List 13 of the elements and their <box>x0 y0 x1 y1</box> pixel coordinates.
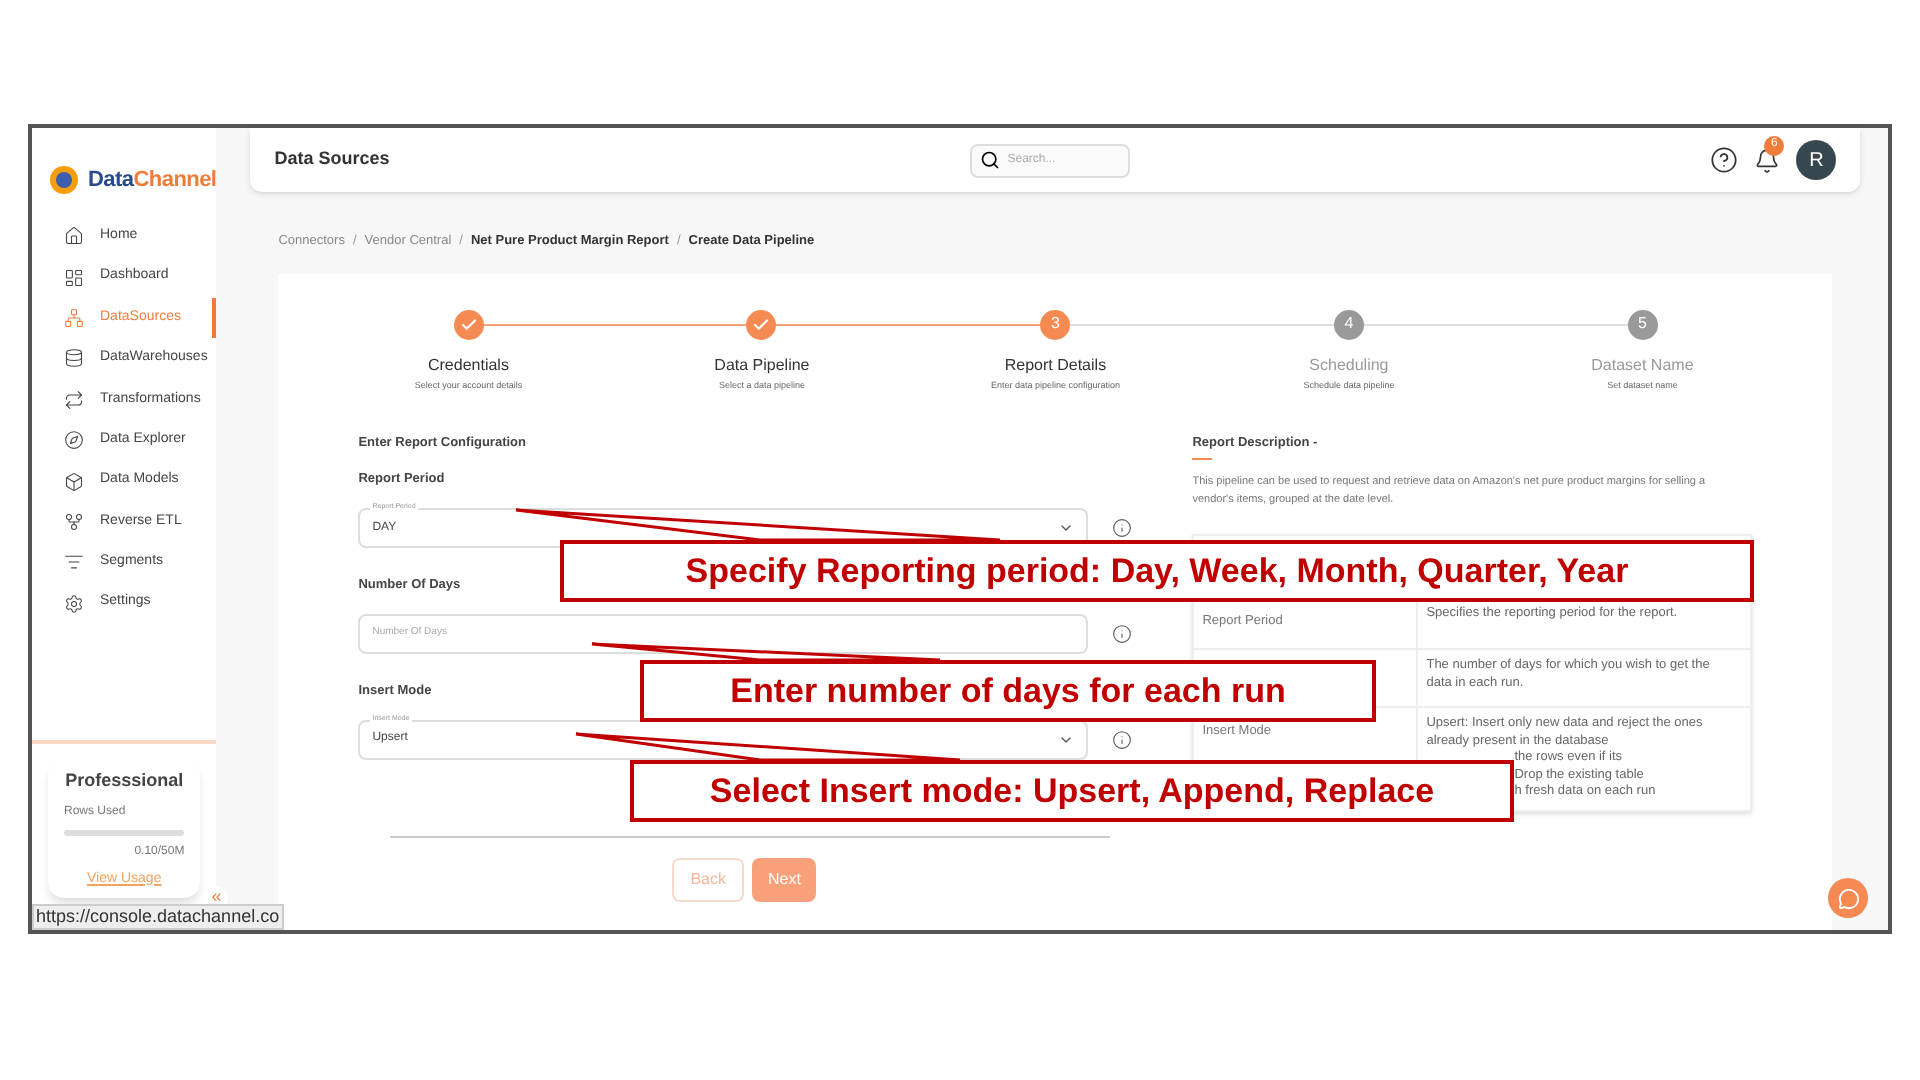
step-title: Scheduling <box>1309 353 1389 378</box>
page-title: Data Sources <box>274 146 390 173</box>
step-title: Data Pipeline <box>714 353 810 378</box>
avatar[interactable]: R <box>1796 140 1837 180</box>
logo-text: DataChannel <box>88 165 217 196</box>
step-marker: 4 <box>1333 309 1364 340</box>
step-marker: 5 <box>1627 309 1658 340</box>
plan-title: Professsional <box>64 768 185 794</box>
step-title: Report Details <box>1004 353 1107 378</box>
step-title: Dataset Name <box>1591 353 1694 378</box>
step-marker: 3 <box>1040 309 1071 340</box>
status-url: https://console.datachannel.co <box>32 904 284 930</box>
step-title: Credentials <box>427 353 509 378</box>
